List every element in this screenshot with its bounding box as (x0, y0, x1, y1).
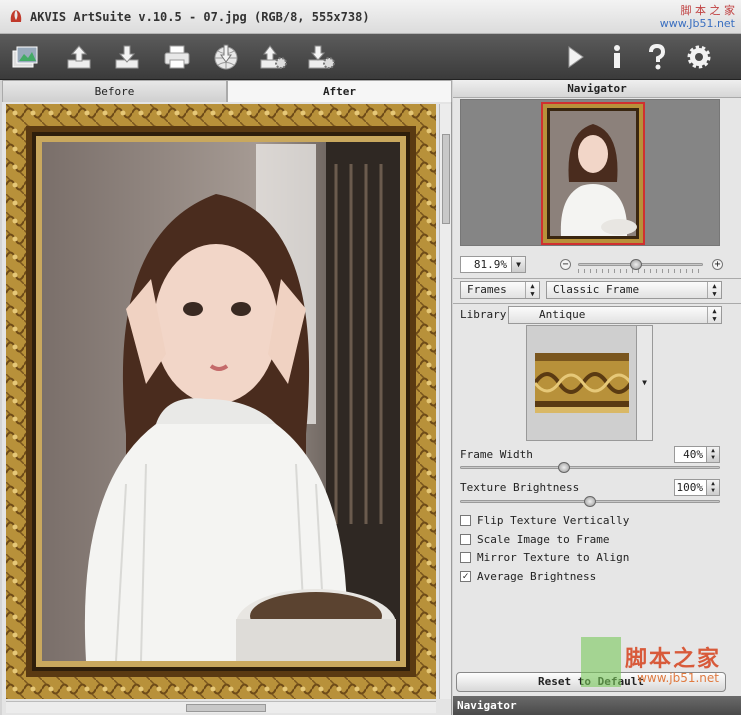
share-button[interactable] (209, 40, 243, 74)
horizontal-scroll-thumb[interactable] (186, 704, 266, 712)
settings-panel: Navigator 81.9% ▼ − + Frames ▲ ▼ Classic… (453, 80, 741, 715)
download-icon (115, 45, 139, 69)
frame-width-slider-handle[interactable] (558, 462, 570, 473)
open-image-button[interactable] (8, 40, 42, 74)
frame-width-value: 40% (683, 448, 703, 461)
scale-image-checkbox[interactable] (460, 533, 471, 545)
frame-style-select[interactable]: Classic Frame ▲ ▼ (546, 281, 722, 299)
download-gear-icon (308, 45, 335, 69)
zoom-slider-handle[interactable] (630, 259, 642, 270)
average-brightness-checkbox-row[interactable]: ✓ Average Brightness (460, 568, 596, 584)
library-select[interactable]: Antique ▲ ▼ (508, 306, 722, 324)
library-label: Library (460, 308, 507, 321)
open-image-icon (12, 46, 38, 68)
watermark-bottom-cn: 脚本之家 (624, 647, 721, 672)
zoom-value: 81.9% (473, 258, 507, 271)
play-icon (568, 46, 584, 68)
mirror-texture-checkbox[interactable] (460, 551, 471, 563)
frame-texture-sample (535, 353, 629, 413)
flip-texture-checkbox[interactable] (460, 514, 471, 526)
tab-before[interactable]: Before (2, 80, 227, 102)
akvis-logo-icon (10, 10, 22, 22)
flip-texture-checkbox-row[interactable]: Flip Texture Vertically (460, 512, 629, 528)
watermark-bottom: 脚本之家 www.jb51.net (573, 637, 723, 693)
watermark-logo (581, 637, 621, 687)
effect-type-select[interactable]: Frames ▲ ▼ (460, 281, 540, 299)
navigator-header: Navigator (453, 80, 741, 98)
average-brightness-label: Average Brightness (477, 569, 597, 583)
watermark-bottom-url: www.jb51.net (637, 671, 719, 685)
settings-button[interactable] (682, 40, 716, 74)
frame-style-value: Classic Frame (553, 283, 640, 296)
up-down-arrow-icon: ▲ ▼ (707, 282, 721, 298)
frame-width-label: Frame Width (460, 448, 533, 461)
tab-after[interactable]: After (227, 80, 452, 102)
separator (453, 303, 741, 304)
image-canvas[interactable] (6, 104, 436, 699)
chevron-down-icon[interactable]: ▼ (511, 257, 525, 272)
effect-type-value: Frames (467, 283, 507, 296)
load-preset-button[interactable] (256, 40, 290, 74)
image-panel: Before After (2, 80, 452, 715)
texture-picker-dropdown[interactable]: ▼ (636, 326, 652, 440)
texture-picker[interactable]: ▼ (526, 325, 653, 441)
upload-icon (67, 45, 91, 69)
watermark-top: 脚 本 之 家 www.Jb51.net (660, 4, 735, 30)
navigator-view[interactable] (460, 99, 720, 246)
separator (453, 278, 741, 279)
zoom-row: 81.9% ▼ − + (460, 255, 730, 275)
texture-brightness-value: 100% (676, 481, 704, 494)
frame-width-slider-track[interactable] (460, 466, 720, 469)
help-icon (649, 43, 666, 70)
save-image-button[interactable] (62, 40, 96, 74)
gear-icon (687, 45, 711, 69)
download-button[interactable] (110, 40, 144, 74)
flip-texture-label: Flip Texture Vertically (477, 513, 630, 527)
texture-brightness-label: Texture Brightness (460, 481, 580, 494)
horizontal-scrollbar[interactable] (6, 701, 436, 713)
save-preset-button[interactable] (304, 40, 338, 74)
framed-photo (6, 104, 436, 699)
toolbar (0, 34, 741, 80)
view-tabs: Before After (2, 80, 452, 102)
spinner-arrows-icon[interactable]: ▲ ▼ (706, 447, 719, 462)
navigator-thumbnail[interactable] (541, 102, 645, 245)
zoom-field[interactable]: 81.9% ▼ (460, 256, 526, 273)
plus-icon: + (714, 259, 721, 270)
vertical-scrollbar[interactable] (439, 104, 451, 699)
info-button[interactable] (600, 40, 634, 74)
title-bar: AKVIS ArtSuite v.10.5 - 07.jpg (RGB/8, 5… (0, 0, 741, 34)
spinner-arrows-icon[interactable]: ▲ ▼ (706, 480, 719, 495)
texture-brightness-slider-handle[interactable] (584, 496, 596, 507)
up-down-arrow-icon: ▲ ▼ (707, 307, 721, 323)
minus-icon: − (562, 259, 569, 270)
caret-down-icon: ▼ (642, 378, 647, 387)
print-icon (164, 45, 190, 69)
watermark-top-cn: 脚 本 之 家 (680, 4, 736, 17)
upload-gear-icon (260, 45, 287, 69)
share-icon (214, 44, 238, 70)
mirror-texture-checkbox-row[interactable]: Mirror Texture to Align (460, 549, 629, 565)
mirror-texture-label: Mirror Texture to Align (477, 550, 630, 564)
zoom-in-button[interactable]: + (712, 259, 723, 270)
print-button[interactable] (160, 40, 194, 74)
up-down-arrow-icon: ▲ ▼ (525, 282, 539, 298)
help-button[interactable] (640, 40, 674, 74)
navigator-footer: Navigator (453, 696, 741, 715)
watermark-top-url: www.Jb51.net (659, 17, 735, 30)
zoom-out-button[interactable]: − (560, 259, 571, 270)
zoom-slider-ticks (578, 269, 703, 273)
window-title: AKVIS ArtSuite v.10.5 - 07.jpg (RGB/8, 5… (30, 10, 370, 24)
scale-image-label: Scale Image to Frame (477, 532, 610, 546)
vertical-scroll-thumb[interactable] (442, 134, 450, 224)
info-icon (614, 45, 620, 68)
scale-image-checkbox-row[interactable]: Scale Image to Frame (460, 531, 609, 547)
library-value: Antique (539, 308, 586, 321)
frame-width-field[interactable]: 40% ▲ ▼ (674, 446, 720, 463)
run-button[interactable] (558, 40, 592, 74)
average-brightness-checkbox[interactable]: ✓ (460, 570, 471, 582)
texture-brightness-field[interactable]: 100% ▲ ▼ (674, 479, 720, 496)
